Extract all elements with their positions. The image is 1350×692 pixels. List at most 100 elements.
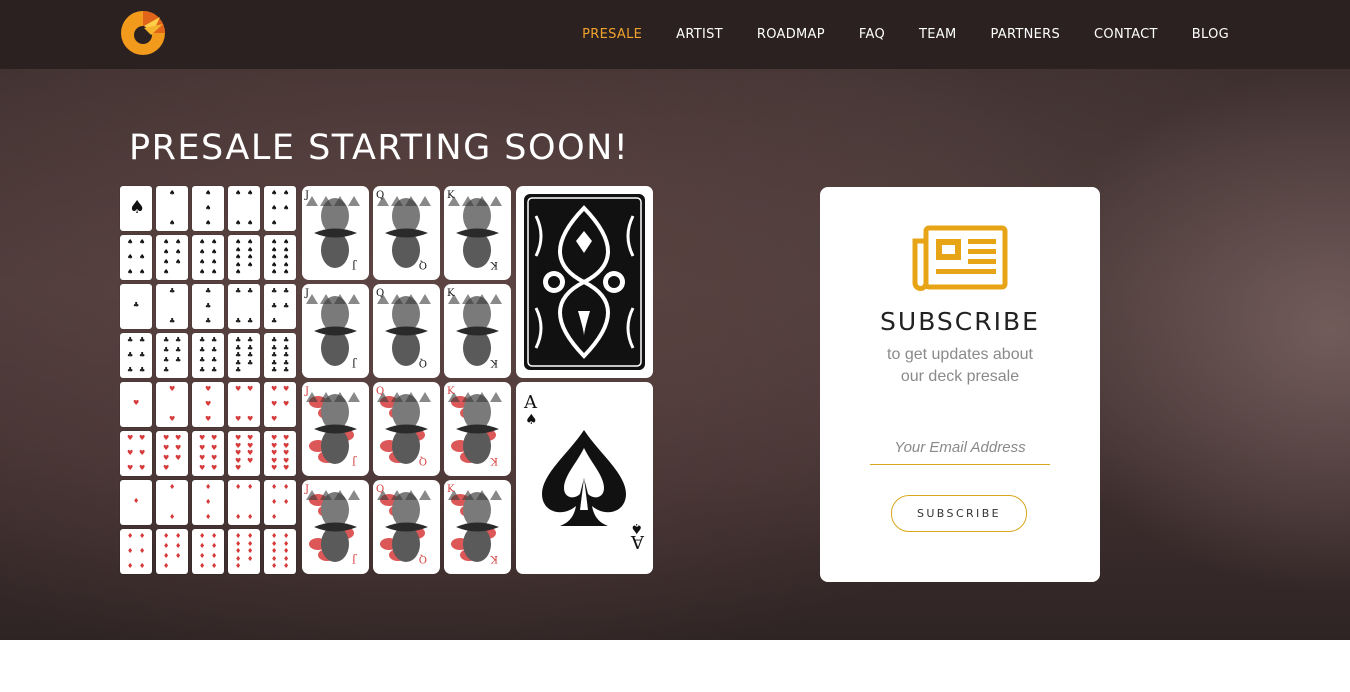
pip-card: ♥ ♥ ♥: [192, 382, 224, 427]
svg-text:K: K: [490, 455, 498, 466]
pip-card: ♦ ♦ ♦ ♦ ♦: [264, 480, 296, 525]
subscribe-panel: SUBSCRIBE to get updates about our deck …: [820, 187, 1100, 582]
svg-text:A: A: [523, 392, 538, 413]
svg-text:K: K: [447, 190, 455, 201]
subscribe-button[interactable]: SUBSCRIBE: [891, 495, 1027, 532]
pip-card: ♥ ♥ ♥ ♥ ♥ ♥ ♥ ♥ ♥ ♥: [264, 431, 296, 476]
face-card: KK: [444, 186, 511, 280]
face-card: JJ: [302, 284, 369, 378]
face-card: QQ: [373, 186, 440, 280]
newspaper-icon: [912, 225, 1008, 291]
pip-card: ♦ ♦ ♦ ♦ ♦ ♦ ♦: [156, 529, 188, 574]
face-card: KK: [444, 480, 511, 574]
ace-card: A ♠ A ♠: [516, 382, 653, 574]
svg-text:J: J: [352, 357, 357, 368]
pip-card: ♦ ♦ ♦ ♦ ♦ ♦ ♦ ♦ ♦ ♦: [264, 529, 296, 574]
pip-card: ♣ ♣ ♣ ♣ ♣ ♣ ♣ ♣ ♣: [228, 333, 260, 378]
pip-card: ♥ ♥ ♥ ♥ ♥ ♥: [120, 431, 152, 476]
nav-item-contact[interactable]: CONTACT: [1094, 27, 1158, 42]
pip-card: ♦ ♦ ♦ ♦ ♦ ♦ ♦ ♦: [192, 529, 224, 574]
face-card: JJ: [302, 382, 369, 476]
face-card: QQ: [373, 382, 440, 476]
svg-text:Q: Q: [376, 484, 384, 495]
pip-card: ♣ ♣ ♣ ♣ ♣ ♣ ♣ ♣ ♣ ♣: [264, 333, 296, 378]
nav-item-artist[interactable]: ARTIST: [676, 27, 723, 42]
svg-text:Q: Q: [419, 357, 427, 368]
nav-item-team[interactable]: TEAM: [919, 27, 956, 42]
face-card: JJ: [302, 480, 369, 574]
nav-item-presale[interactable]: PRESALE: [582, 27, 642, 42]
c-logo-icon[interactable]: [120, 10, 166, 56]
nav-item-blog[interactable]: BLOG: [1192, 27, 1229, 42]
nav-item-roadmap[interactable]: ROADMAP: [757, 27, 825, 42]
subscribe-description: to get updates about our deck presale: [870, 344, 1050, 388]
pip-card: ♥ ♥ ♥ ♥ ♥: [264, 382, 296, 427]
pip-card: ♣ ♣: [156, 284, 188, 329]
pip-card: ♣ ♣ ♣: [192, 284, 224, 329]
svg-text:Q: Q: [376, 386, 384, 397]
face-card: JJ: [302, 186, 369, 280]
pip-card: ♠ ♠ ♠ ♠ ♠ ♠ ♠ ♠ ♠ ♠: [264, 235, 296, 280]
pip-card: ♠ ♠ ♠ ♠ ♠ ♠: [120, 235, 152, 280]
nav-item-partners[interactable]: PARTNERS: [990, 27, 1060, 42]
svg-text:Q: Q: [376, 190, 384, 201]
svg-text:Q: Q: [419, 455, 427, 466]
card-back: [516, 186, 653, 378]
pip-card: ♥: [120, 382, 152, 427]
pip-card: ♣ ♣ ♣ ♣ ♣ ♣ ♣: [156, 333, 188, 378]
svg-text:K: K: [447, 484, 455, 495]
pip-card: ♦ ♦ ♦ ♦: [228, 480, 260, 525]
svg-text:J: J: [304, 190, 309, 201]
svg-text:♠: ♠: [525, 412, 538, 428]
pip-card: ♥ ♥ ♥ ♥ ♥ ♥ ♥ ♥: [192, 431, 224, 476]
face-card: KK: [444, 382, 511, 476]
svg-text:J: J: [352, 259, 357, 270]
pip-card: ♥ ♥ ♥ ♥ ♥ ♥ ♥: [156, 431, 188, 476]
pip-card: ♠ ♠ ♠ ♠: [228, 186, 260, 231]
svg-text:J: J: [304, 484, 309, 495]
pip-card: ♣ ♣ ♣ ♣ ♣ ♣: [120, 333, 152, 378]
email-input[interactable]: [870, 430, 1050, 465]
svg-text:J: J: [304, 386, 309, 397]
subscribe-description-line1: to get updates about: [887, 346, 1033, 363]
card-deck-preview: ♠ ♠ ♠ ♠ ♠ ♠ ♠ ♠ ♠ ♠ ♠ ♠ ♠ ♠ ♠ ♠ ♠ ♠ ♠ ♠ ♠ ♠ ♠ ♠ ♠ ♠ ♠ ♠ ♠ ♠ ♠ ♠ ♠ ♠ ♠ ♠ ♠ ♠ ♠ ♠…: [120, 186, 654, 575]
pip-card: ♦ ♦ ♦ ♦ ♦ ♦: [120, 529, 152, 574]
pip-card: ♠ ♠ ♠ ♠ ♠ ♠ ♠ ♠: [192, 235, 224, 280]
pip-card: ♥ ♥: [156, 382, 188, 427]
svg-text:K: K: [490, 553, 498, 564]
subscribe-title: SUBSCRIBE: [880, 307, 1040, 336]
nav-menu: PRESALE ARTIST ROADMAP FAQ TEAM PARTNERS CONTA…: [548, 0, 1229, 69]
pip-card: ♠ ♠ ♠ ♠ ♠: [264, 186, 296, 231]
svg-text:K: K: [447, 386, 455, 397]
face-card: QQ: [373, 480, 440, 574]
pip-card: ♦ ♦ ♦ ♦ ♦ ♦ ♦ ♦ ♦: [228, 529, 260, 574]
pip-card: ♣ ♣ ♣ ♣ ♣ ♣ ♣ ♣: [192, 333, 224, 378]
pip-card: ♦ ♦: [156, 480, 188, 525]
svg-text:♠: ♠: [630, 520, 643, 536]
pip-card: ♠ ♠ ♠ ♠ ♠ ♠ ♠: [156, 235, 188, 280]
pip-card: ♣ ♣ ♣ ♣ ♣: [264, 284, 296, 329]
pip-card: ♦: [120, 480, 152, 525]
pip-card: ♣ ♣ ♣ ♣: [228, 284, 260, 329]
svg-text:Q: Q: [419, 259, 427, 270]
pip-card: ♠ ♠ ♠: [192, 186, 224, 231]
svg-text:K: K: [490, 259, 498, 270]
top-navigation: PRESALE ARTIST ROADMAP FAQ TEAM PARTNERS CONTA…: [0, 0, 1350, 69]
page-title: PRESALE STARTING SOON!: [129, 128, 630, 168]
pip-card: ♥ ♥ ♥ ♥: [228, 382, 260, 427]
nav-item-faq[interactable]: FAQ: [859, 27, 885, 42]
pip-card: ♥ ♥ ♥ ♥ ♥ ♥ ♥ ♥ ♥: [228, 431, 260, 476]
subscribe-description-line2: our deck presale: [900, 368, 1020, 385]
svg-text:J: J: [352, 553, 357, 564]
svg-text:K: K: [490, 357, 498, 368]
pip-card: ♠ ♠ ♠ ♠ ♠ ♠ ♠ ♠ ♠: [228, 235, 260, 280]
pip-card: ♠ ♠: [156, 186, 188, 231]
svg-text:K: K: [447, 288, 455, 299]
svg-text:J: J: [352, 455, 357, 466]
svg-text:Q: Q: [419, 553, 427, 564]
pip-card: ♦ ♦ ♦: [192, 480, 224, 525]
svg-text:Q: Q: [376, 288, 384, 299]
pip-card: ♠: [120, 186, 152, 231]
face-card: QQ: [373, 284, 440, 378]
pip-card: ♣: [120, 284, 152, 329]
